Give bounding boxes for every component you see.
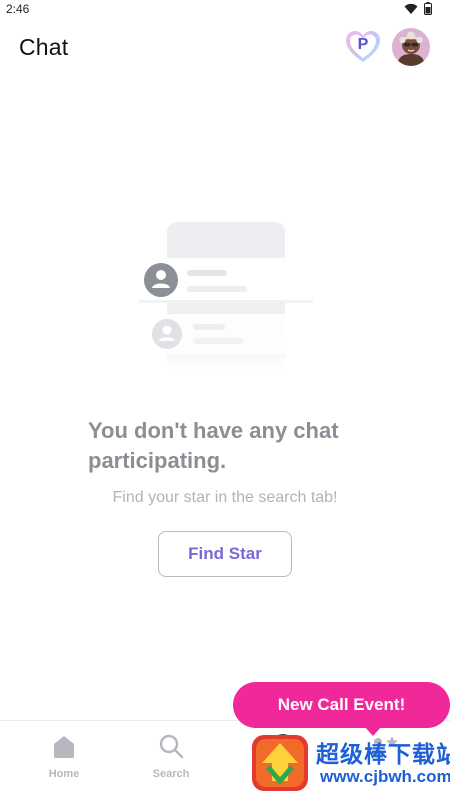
premium-badge[interactable]: P	[345, 30, 381, 64]
watermark: 超级棒下载站 www.cjbwh.com	[250, 731, 450, 797]
nav-search[interactable]: Search	[136, 733, 206, 780]
nav-search-label: Search	[152, 768, 190, 780]
page-title: Chat	[19, 34, 69, 60]
app-header: Chat P	[0, 24, 450, 74]
search-icon	[157, 734, 185, 763]
nav-home[interactable]: Home	[29, 733, 99, 780]
status-icons	[404, 2, 432, 20]
premium-letter: P	[357, 36, 369, 53]
empty-chat-illustration	[135, 218, 320, 388]
empty-state-title: You don't have any chat participating.	[88, 418, 339, 473]
nav-home-label: Home	[48, 768, 80, 780]
profile-avatar[interactable]	[392, 28, 430, 66]
status-bar: 2:46	[0, 0, 450, 20]
find-star-button[interactable]: Find Star	[158, 531, 292, 577]
watermark-text: 超级棒下载站	[316, 741, 450, 767]
empty-state-subtitle: Find your star in the search tab!	[112, 489, 338, 506]
battery-icon	[424, 2, 432, 20]
wifi-icon	[404, 2, 418, 20]
avatar-image	[392, 28, 430, 66]
status-time: 2:46	[6, 2, 30, 16]
watermark-url: www.cjbwh.com	[320, 767, 450, 786]
new-call-event-button[interactable]: New Call Event!	[233, 682, 450, 728]
home-icon	[50, 736, 78, 763]
